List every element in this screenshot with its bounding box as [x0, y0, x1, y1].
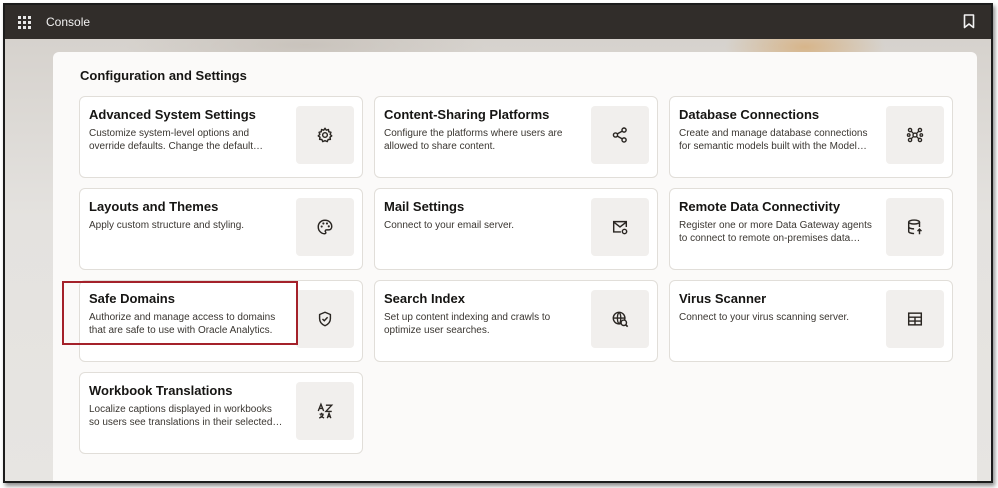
card-safe-domains[interactable]: Safe Domains Authorize and manage access… [79, 280, 363, 362]
card-title: Layouts and Themes [89, 199, 219, 214]
card-title: Advanced System Settings [89, 107, 256, 122]
bookmark-icon[interactable] [963, 14, 975, 29]
globe-search-icon [591, 290, 649, 348]
mail-settings-icon [591, 198, 649, 256]
card-content-sharing-platforms[interactable]: Content-Sharing Platforms Configure the … [374, 96, 658, 178]
app-window: Console Configuration and Settings Advan… [3, 3, 993, 483]
card-title: Virus Scanner [679, 291, 767, 306]
palette-icon [296, 198, 354, 256]
card-advanced-system-settings[interactable]: Advanced System Settings Customize syste… [79, 96, 363, 178]
card-description: Set up content indexing and crawls to op… [384, 312, 551, 336]
card-title: Safe Domains [89, 291, 175, 306]
card-description: Register one or more Data Gateway agents… [679, 220, 872, 244]
card-mail-settings[interactable]: Mail Settings Connect to your email serv… [374, 188, 658, 270]
app-title: Console [46, 15, 91, 29]
settings-panel: Configuration and Settings Advanced Syst… [53, 52, 977, 481]
card-title: Workbook Translations [89, 383, 233, 398]
grid-table-icon [886, 290, 944, 348]
card-title: Database Connections [679, 107, 820, 122]
top-bar: Console [5, 5, 991, 39]
card-remote-data-connectivity[interactable]: Remote Data Connectivity Register one or… [669, 188, 953, 270]
card-workbook-translations[interactable]: Workbook Translations Localize captions … [79, 372, 363, 454]
section-title: Configuration and Settings [80, 68, 247, 83]
card-description: Apply custom structure and styling. [89, 220, 245, 231]
gear-icon [296, 106, 354, 164]
database-upload-icon [886, 198, 944, 256]
card-description: Customize system-level options and overr… [89, 128, 263, 152]
card-search-index[interactable]: Search Index Set up content indexing and… [374, 280, 658, 362]
card-description: Configure the platforms where users are … [384, 128, 563, 152]
shield-check-icon [296, 290, 354, 348]
card-virus-scanner[interactable]: Virus Scanner Connect to your virus scan… [669, 280, 953, 362]
grid-menu-icon[interactable] [15, 13, 33, 31]
translate-icon [296, 382, 354, 440]
card-title: Search Index [384, 291, 465, 306]
card-title: Content-Sharing Platforms [384, 107, 550, 122]
card-database-connections[interactable]: Database Connections Create and manage d… [669, 96, 953, 178]
card-layouts-and-themes[interactable]: Layouts and Themes Apply custom structur… [79, 188, 363, 270]
card-description: Connect to your virus scanning server. [679, 312, 850, 323]
card-title: Mail Settings [384, 199, 465, 214]
card-title: Remote Data Connectivity [679, 199, 841, 214]
share-icon [591, 106, 649, 164]
card-description: Localize captions displayed in workbooks… [89, 404, 283, 428]
card-description: Create and manage database connections f… [679, 128, 868, 152]
card-description: Authorize and manage access to domains t… [89, 312, 276, 336]
card-description: Connect to your email server. [384, 220, 515, 231]
network-icon [886, 106, 944, 164]
